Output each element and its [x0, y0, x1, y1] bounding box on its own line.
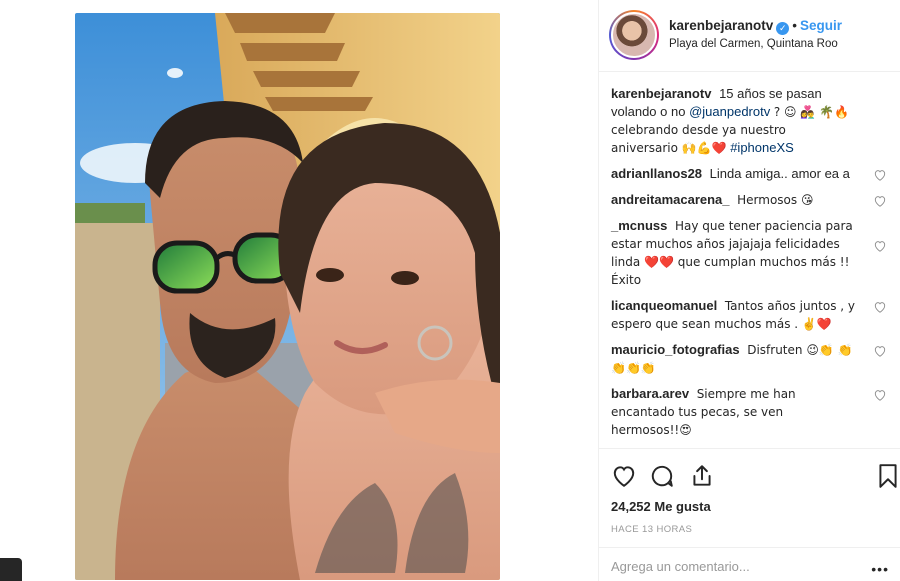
comment-username[interactable]: adrianllanos28	[611, 166, 702, 181]
bookmark-icon[interactable]	[877, 463, 899, 489]
comment-username[interactable]: andreitamacarena_	[611, 192, 730, 207]
caption: karenbejaranotv 15 años se pasan volando…	[611, 85, 881, 157]
caption-username[interactable]: karenbejaranotv	[611, 86, 711, 101]
avatar[interactable]	[609, 10, 659, 60]
person-icon[interactable]	[0, 558, 22, 581]
like-comment-heart-icon[interactable]	[873, 168, 887, 182]
verified-icon: ✓	[776, 22, 790, 35]
post-photo[interactable]	[75, 13, 500, 580]
more-options-icon[interactable]: •••	[871, 561, 889, 577]
like-comment-heart-icon[interactable]	[873, 344, 887, 358]
location-link[interactable]: Playa del Carmen, Quintana Roo	[669, 38, 838, 50]
couple-photo	[75, 13, 500, 580]
comment-text: Linda amiga.. amor ea a	[709, 166, 850, 181]
post-side-panel: karenbejaranotv ✓ • Seguir Playa del Carmen…	[598, 0, 900, 581]
comment-bubble-icon[interactable]	[649, 463, 675, 489]
comments-list: karenbejaranotv 15 años se pasan volando…	[611, 85, 886, 447]
post-actions: 24,252 Me gusta HACE 13 HORAS •••	[599, 448, 900, 581]
caption-mention[interactable]: @juanpedrotv	[689, 104, 770, 119]
separator-dot: •	[792, 18, 798, 33]
like-comment-heart-icon[interactable]	[873, 300, 887, 314]
post-timestamp[interactable]: HACE 13 HORAS	[611, 524, 692, 535]
comment-item: andreitamacarena_ Hermosos 😘	[611, 191, 886, 209]
like-heart-icon[interactable]	[611, 463, 637, 489]
comment-item: _mcnuss Hay que tener paciencia para est…	[611, 217, 886, 289]
comment-username[interactable]: mauricio_fotografias	[611, 342, 740, 357]
caption-hashtag[interactable]: #iphoneXS	[730, 140, 794, 155]
comment-input[interactable]	[611, 559, 861, 574]
add-comment-bar: •••	[599, 547, 900, 581]
comment-item: licanqueomanuel Tantos años juntos , y e…	[611, 297, 886, 333]
likes-count[interactable]: 24,252 Me gusta	[611, 499, 711, 514]
comment-username[interactable]: licanqueomanuel	[611, 298, 717, 313]
like-comment-heart-icon[interactable]	[873, 194, 887, 208]
share-icon[interactable]	[689, 463, 715, 489]
header-user-line: karenbejaranotv ✓ • Seguir	[669, 18, 842, 35]
comment-item: mauricio_fotografias Disfruten 😉👏 👏👏👏👏	[611, 341, 886, 377]
comment-username[interactable]: _mcnuss	[611, 218, 667, 233]
comment-item: adrianllanos28 Linda amiga.. amor ea a	[611, 165, 886, 183]
follow-button[interactable]: Seguir	[800, 18, 842, 33]
header-username[interactable]: karenbejaranotv	[669, 18, 773, 33]
avatar-image	[611, 12, 657, 58]
comment-text: Hermosos 😘	[737, 193, 814, 207]
like-comment-heart-icon[interactable]	[873, 239, 887, 253]
comment-item: barbara.arev Siempre me han encantado tu…	[611, 385, 886, 439]
comment-username[interactable]: barbara.arev	[611, 386, 689, 401]
like-comment-heart-icon[interactable]	[873, 388, 887, 402]
post-header: karenbejaranotv ✓ • Seguir Playa del Carmen…	[599, 0, 900, 72]
